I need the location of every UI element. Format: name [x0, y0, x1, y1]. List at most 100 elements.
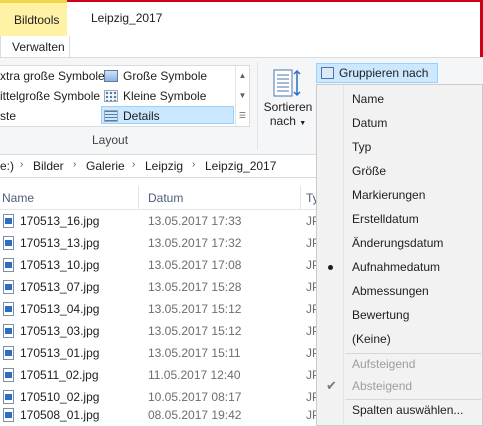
menu-item-absteigend[interactable]: ✔ Absteigend	[317, 374, 482, 398]
menu-item-groesse[interactable]: Größe	[317, 159, 482, 183]
image-file-icon	[3, 302, 14, 316]
group-by-text: Gruppieren nach	[339, 66, 429, 80]
gallery-scroll-up-icon[interactable]: ▲	[236, 66, 249, 86]
column-header-name[interactable]: Name	[2, 191, 34, 205]
tab-bildtools[interactable]: Bildtools	[0, 0, 67, 36]
image-file-icon	[3, 368, 14, 382]
window-border-top	[67, 0, 483, 2]
group-by-icon	[321, 67, 334, 79]
table-row[interactable]: 170513_13.jpg 13.05.2017 17:32 JP	[0, 232, 320, 254]
file-date: 13.05.2017 15:28	[148, 280, 242, 294]
selected-bullet-icon	[328, 265, 333, 270]
chevron-right-icon[interactable]: ›	[192, 159, 195, 170]
layout-group-label: Layout	[92, 133, 129, 147]
layout-list-label: ste	[0, 109, 17, 123]
checkmark-icon: ✔	[326, 378, 337, 393]
tab-bildtools-label: Bildtools	[14, 13, 60, 27]
table-row[interactable]: 170513_04.jpg 13.05.2017 15:12 JP	[0, 298, 320, 320]
file-date: 10.05.2017 08:17	[148, 390, 242, 404]
column-divider[interactable]	[138, 186, 139, 210]
layout-large-label: Große Symbole	[123, 69, 208, 83]
menu-item-label: Bewertung	[352, 308, 410, 322]
layout-small-icons[interactable]: Kleine Symbole	[104, 87, 206, 105]
table-row[interactable]: 170513_10.jpg 13.05.2017 17:08 JP	[0, 254, 320, 276]
chevron-right-icon[interactable]: ›	[73, 159, 76, 170]
image-file-icon	[3, 236, 14, 250]
menu-item-erstelldatum[interactable]: Erstelldatum	[317, 207, 482, 231]
address-bar[interactable]: e:) › Bilder › Galerie › Leipzig › Leipz…	[0, 156, 316, 178]
file-name: 170513_03.jpg	[20, 324, 100, 338]
file-date: 13.05.2017 17:33	[148, 214, 242, 228]
tab-verwalten[interactable]: Verwalten	[0, 36, 70, 58]
menu-item-typ[interactable]: Typ	[317, 135, 482, 159]
layout-large-icons[interactable]: Große Symbole	[104, 67, 207, 85]
title-bar: Bildtools Leipzig_2017	[0, 0, 483, 36]
table-row[interactable]: 170513_03.jpg 13.05.2017 15:12 JP	[0, 320, 320, 342]
menu-item-label: Datum	[352, 116, 388, 130]
menu-item-aenderungsdatum[interactable]: Änderungsdatum	[317, 231, 482, 255]
large-icons-icon	[104, 70, 118, 82]
menu-item-keine[interactable]: (Keine)	[317, 327, 482, 351]
breadcrumb-drive[interactable]: e:)	[0, 159, 14, 173]
group-separator	[257, 62, 258, 150]
file-name: 170510_02.jpg	[20, 390, 100, 404]
breadcrumb-bilder[interactable]: Bilder	[33, 159, 64, 173]
file-name: 170511_02.jpg	[20, 368, 99, 382]
gallery-more-icon[interactable]: ☰	[236, 106, 249, 126]
column-header-date[interactable]: Datum	[148, 191, 183, 205]
menu-item-label: Größe	[352, 164, 387, 178]
layout-details-label: Details	[123, 109, 160, 123]
menu-item-label: Erstelldatum	[352, 212, 419, 226]
menu-item-label: Abmessungen	[352, 284, 429, 298]
layout-extra-large-icons[interactable]: xtra große Symbole	[0, 67, 105, 85]
sort-by-line2-text: nach	[269, 114, 296, 128]
menu-item-name[interactable]: Name	[317, 87, 482, 111]
file-name: 170508_01.jpg	[20, 408, 100, 422]
file-name: 170513_16.jpg	[20, 214, 100, 228]
menu-item-label: Typ	[352, 140, 372, 154]
sort-by-button[interactable]: Sortieren nach ▼	[262, 64, 314, 130]
image-file-icon	[3, 214, 14, 228]
gallery-scroller: ▲ ▼ ☰	[235, 66, 249, 126]
layout-list[interactable]: ste	[0, 107, 16, 125]
image-file-icon	[3, 280, 14, 294]
group-by-button[interactable]: Gruppieren nach ▼	[316, 63, 438, 97]
menu-item-label: Name	[352, 92, 385, 106]
tab-verwalten-label: Verwalten	[12, 40, 65, 54]
column-divider[interactable]	[300, 186, 301, 210]
menu-item-bewertung[interactable]: Bewertung	[317, 303, 482, 327]
file-date: 08.05.2017 19:42	[148, 408, 242, 422]
menu-item-abmessungen[interactable]: Abmessungen	[317, 279, 482, 303]
breadcrumb-leipzig-2017[interactable]: Leipzig_2017	[205, 159, 276, 173]
breadcrumb-galerie[interactable]: Galerie	[86, 159, 125, 173]
table-row[interactable]: 170513_01.jpg 13.05.2017 15:11 JP	[0, 342, 320, 364]
menu-item-datum[interactable]: Datum	[317, 111, 482, 135]
menu-item-aufsteigend[interactable]: Aufsteigend	[317, 352, 482, 376]
menu-item-aufnahmedatum[interactable]: Aufnahmedatum	[317, 255, 482, 279]
group-by-menu: Name Datum Typ Größe Markierungen Erstel…	[316, 84, 483, 426]
gallery-scroll-down-icon[interactable]: ▼	[236, 86, 249, 106]
layout-medium-icons[interactable]: ittelgroße Symbole	[0, 87, 100, 105]
sort-icon	[273, 69, 301, 97]
layout-medium-label: ittelgroße Symbole	[0, 89, 101, 103]
table-row[interactable]: 170508_01.jpg 08.05.2017 19:42 JP	[0, 404, 320, 426]
menu-item-choose-columns[interactable]: Spalten auswählen...	[317, 398, 482, 422]
table-row[interactable]: 170513_16.jpg 13.05.2017 17:33 JP	[0, 210, 320, 232]
table-row[interactable]: 170513_07.jpg 13.05.2017 15:28 JP	[0, 276, 320, 298]
file-name: 170513_13.jpg	[20, 236, 100, 250]
image-file-icon	[3, 258, 14, 272]
sort-by-line2: nach ▼	[262, 114, 314, 131]
table-row[interactable]: 170511_02.jpg 11.05.2017 12:40 JP	[0, 364, 320, 386]
chevron-right-icon[interactable]: ›	[20, 159, 23, 170]
chevron-right-icon[interactable]: ›	[132, 159, 135, 170]
sort-by-line1: Sortieren	[263, 100, 313, 114]
menu-item-label: Änderungsdatum	[352, 236, 444, 250]
menu-item-label: Aufsteigend	[352, 357, 416, 371]
file-date: 13.05.2017 17:08	[148, 258, 242, 272]
file-name: 170513_01.jpg	[20, 346, 100, 360]
chevron-down-icon: ▼	[299, 120, 307, 127]
menu-item-markierungen[interactable]: Markierungen	[317, 183, 482, 207]
breadcrumb-leipzig[interactable]: Leipzig	[145, 159, 183, 173]
layout-details[interactable]: Details	[101, 106, 234, 124]
menu-item-label: (Keine)	[352, 332, 391, 346]
